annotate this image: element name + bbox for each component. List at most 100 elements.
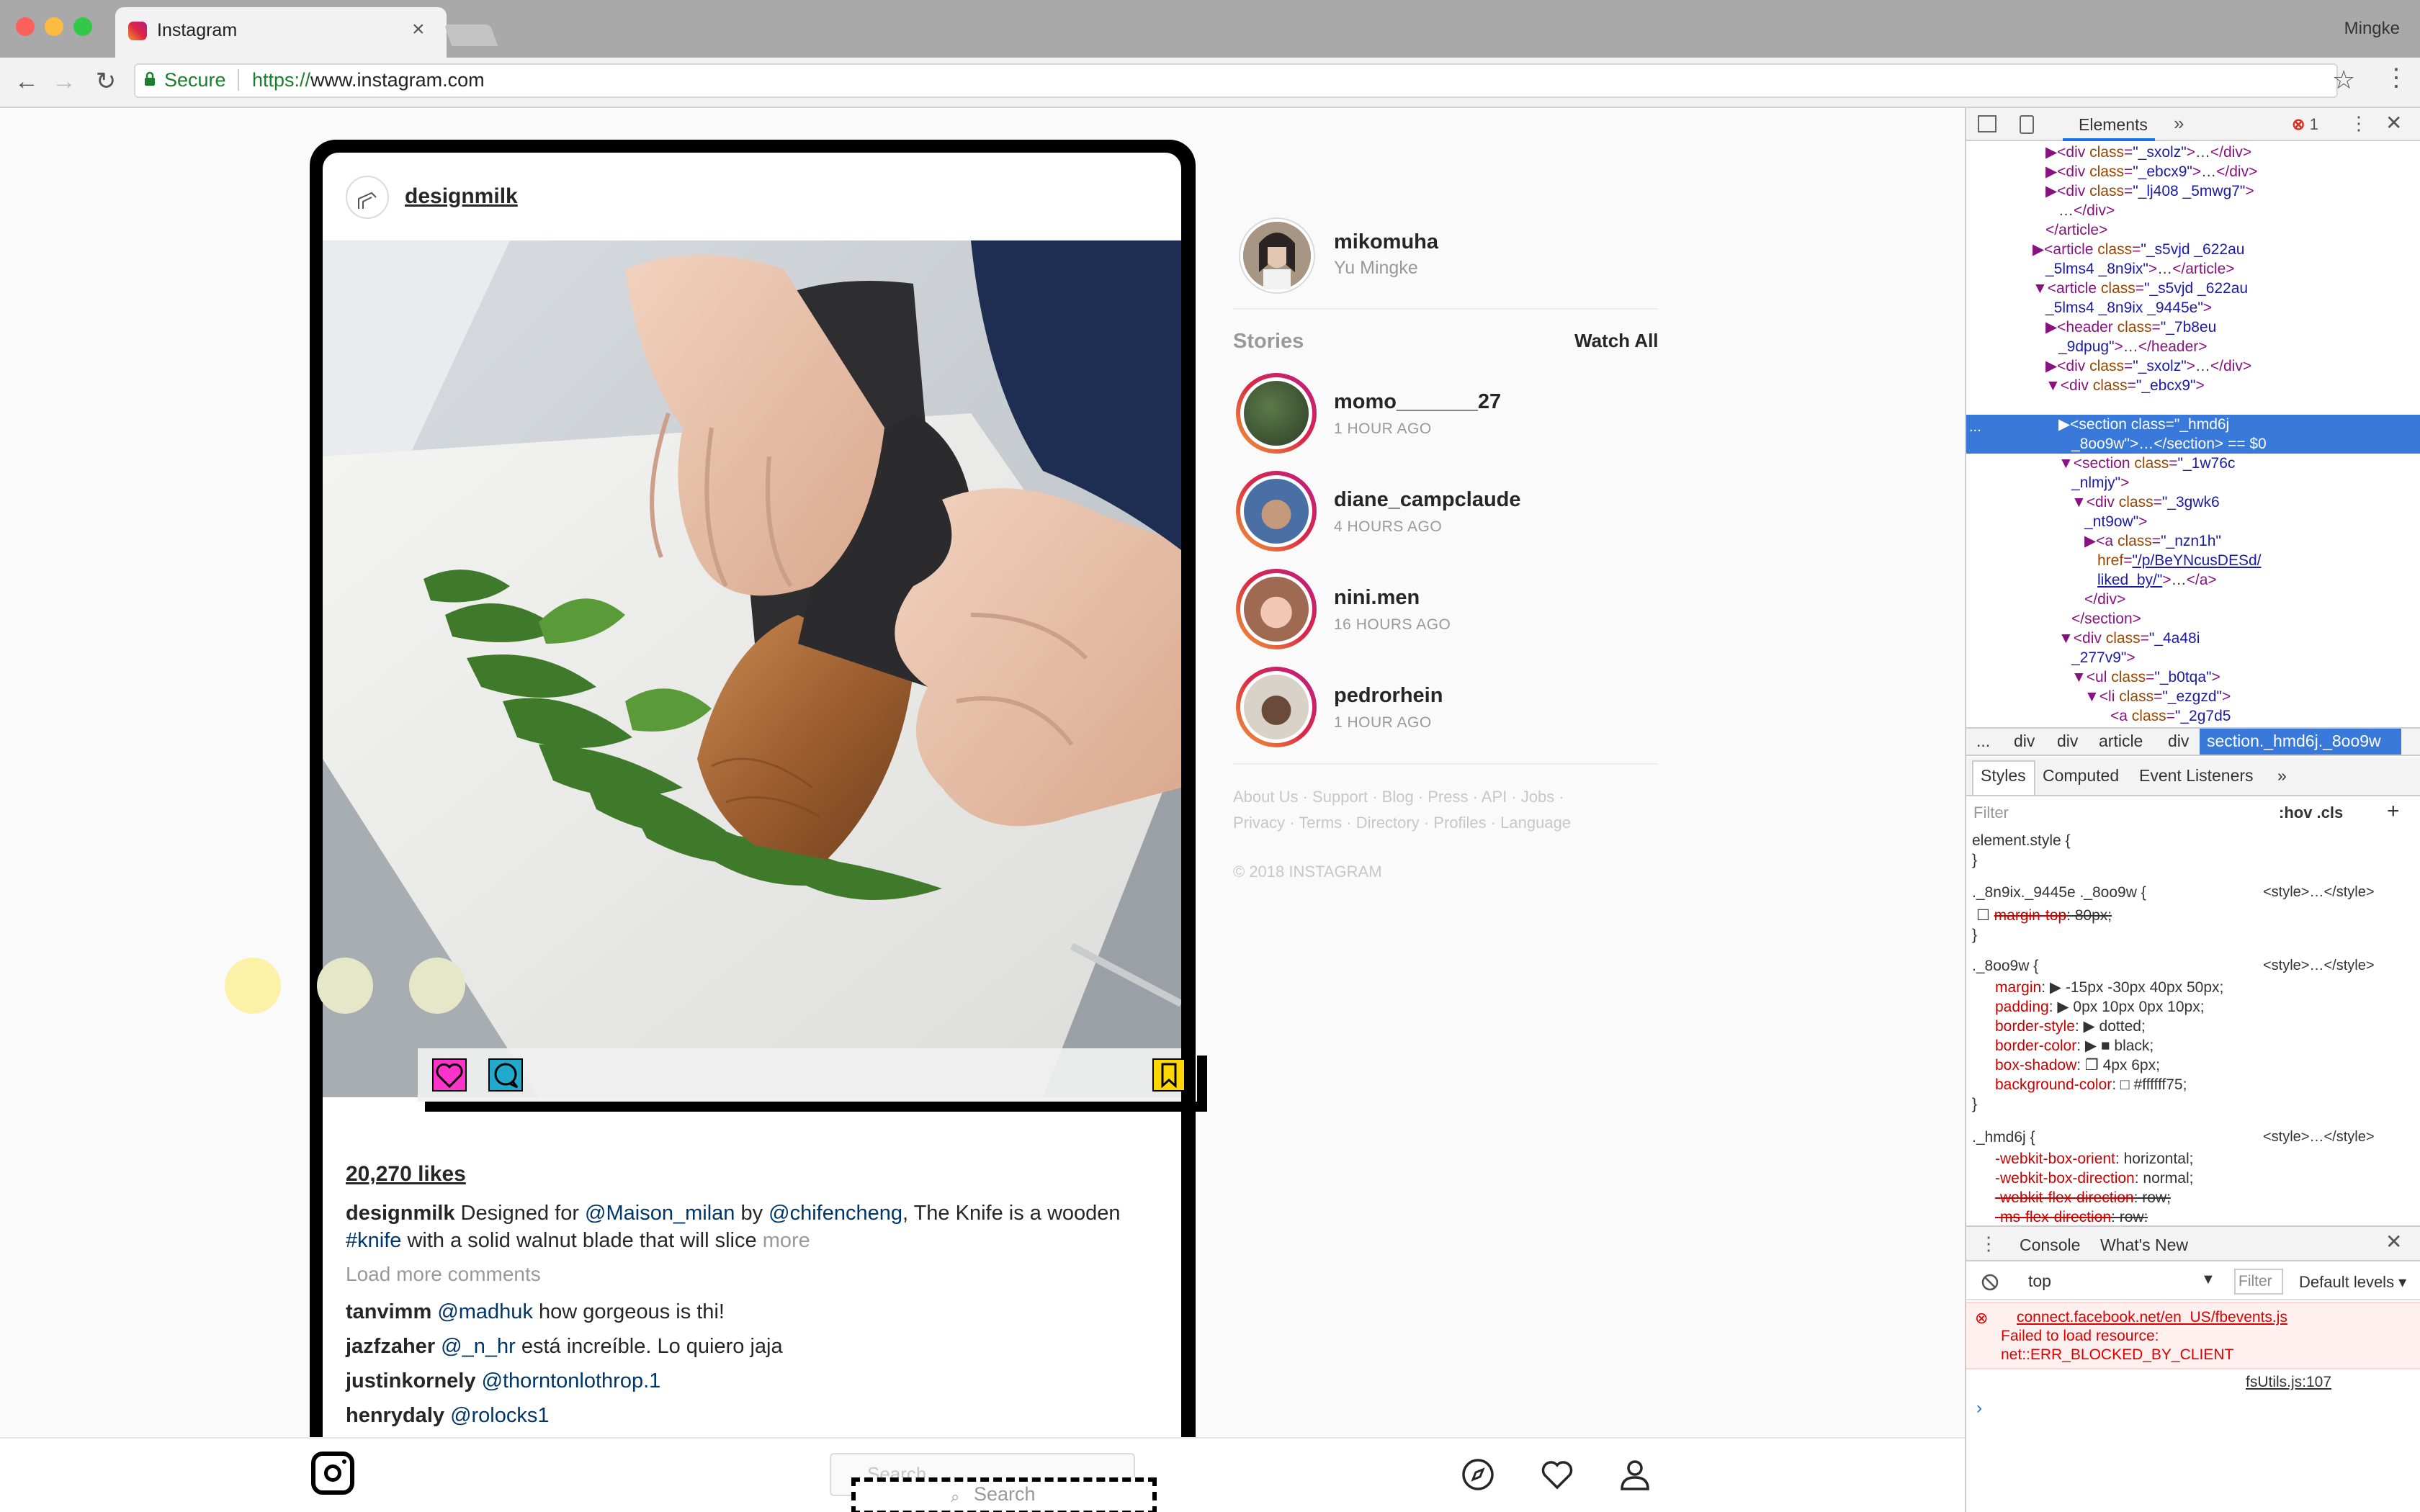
instagram-logo-icon[interactable] xyxy=(311,1452,354,1495)
load-more-comments-link[interactable]: Load more comments xyxy=(346,1263,541,1286)
devtools-menu-icon[interactable]: ⋮ xyxy=(2349,112,2368,135)
more-tabs-icon[interactable]: » xyxy=(2174,112,2184,135)
css-declaration[interactable]: box-shadow: ❐ 4px 6px; xyxy=(1995,1056,2160,1075)
error-url[interactable]: connect.facebook.net/en_US/fbevents.js xyxy=(2017,1309,2287,1326)
css-rule[interactable]: ._8n9ix._9445e ._8oo9w { xyxy=(1972,883,2146,902)
dropdown-triangle-icon[interactable]: ▼ xyxy=(2201,1272,2215,1288)
forward-arrow-icon[interactable]: → xyxy=(46,63,82,99)
dom-node[interactable]: <a class="_2g7d5 xyxy=(2110,706,2231,726)
explore-compass-icon[interactable] xyxy=(1459,1456,1497,1493)
caption-hashtag[interactable]: #knife xyxy=(346,1229,401,1252)
profile-person-icon[interactable] xyxy=(1616,1456,1654,1493)
browser-menu-icon[interactable]: ⋮ xyxy=(2384,63,2408,92)
comment-user[interactable]: justinkornely xyxy=(346,1369,476,1392)
css-declaration[interactable]: -webkit-box-orient: horizontal; xyxy=(1995,1149,2193,1169)
story-username[interactable]: momo_______27 xyxy=(1334,390,1501,414)
footer-links[interactable]: About Us · Support · Blog · Press · API … xyxy=(1233,788,1564,806)
dom-node[interactable]: ▼<div class="_3gwk6 xyxy=(2071,492,2220,512)
css-source-link[interactable]: <style>…</style> xyxy=(2263,958,2375,974)
clear-console-icon[interactable] xyxy=(1981,1273,1999,1292)
story-avatar[interactable] xyxy=(1240,573,1312,645)
breadcrumb-item[interactable]: div xyxy=(2168,732,2189,751)
activity-heart-icon[interactable] xyxy=(1538,1456,1576,1493)
dom-node[interactable]: ▶<div class="_ebcx9">…</div> xyxy=(2045,162,2257,181)
dom-node[interactable]: ▼<div class="_ebcx9"> xyxy=(2045,376,2205,395)
tab-whats-new[interactable]: What's New xyxy=(2100,1236,2188,1255)
caption-mention[interactable]: @Maison_milan xyxy=(585,1202,735,1225)
new-tab-button[interactable] xyxy=(444,24,498,46)
breadcrumb-item[interactable]: article xyxy=(2099,732,2143,751)
bookmark-save-icon[interactable] xyxy=(1152,1058,1186,1092)
css-source-link[interactable]: <style>…</style> xyxy=(2263,884,2375,901)
comment-user[interactable]: tanvimm xyxy=(346,1300,431,1323)
styles-filter-input[interactable]: Filter xyxy=(1973,804,2009,822)
comment-mention[interactable]: @madhuk xyxy=(437,1300,533,1323)
console-filter-input[interactable]: Filter xyxy=(2234,1269,2283,1295)
likes-count[interactable]: 20,270 likes xyxy=(346,1162,466,1187)
comment-mention[interactable]: @_n_hr xyxy=(441,1335,516,1358)
css-declaration[interactable]: margin: ▶ -15px -30px 40px 50px; xyxy=(1995,978,2223,997)
css-declaration[interactable]: -webkit-flex-direction: row; xyxy=(1995,1188,2171,1207)
current-user-avatar[interactable] xyxy=(1240,219,1314,292)
comment-bubble-icon[interactable] xyxy=(488,1058,523,1092)
breadcrumb-item[interactable]: div xyxy=(2057,732,2078,751)
caption-more-link[interactable]: more xyxy=(763,1229,810,1252)
css-declaration[interactable]: border-style: ▶ dotted; xyxy=(1995,1017,2146,1036)
bookmark-star-icon[interactable]: ☆ xyxy=(2332,65,2355,95)
dom-node[interactable]: ▼<section class="_1w76c xyxy=(2058,454,2235,473)
tab-close-icon[interactable]: × xyxy=(412,17,425,42)
css-declaration[interactable]: ☐ margin-top: 80px; xyxy=(1976,906,2112,925)
css-declaration[interactable]: padding: ▶ 0px 10px 0px 10px; xyxy=(1995,997,2205,1017)
story-avatar[interactable] xyxy=(1240,377,1312,449)
close-window-button[interactable] xyxy=(16,17,35,36)
dom-node[interactable]: ▼<li class="_ezgzd"> xyxy=(2084,687,2231,706)
caption-author[interactable]: designmilk xyxy=(346,1202,455,1225)
comment-user[interactable]: jazfzaher xyxy=(346,1335,435,1358)
tab-computed[interactable]: Computed xyxy=(2043,766,2119,786)
hov-cls-toggles[interactable]: :hov .cls xyxy=(2279,804,2343,822)
dom-node[interactable]: ▶<article class="_s5vjd _622au xyxy=(2033,240,2244,259)
css-declaration[interactable]: -webkit-box-direction: normal; xyxy=(1995,1169,2193,1188)
device-toggle-icon[interactable] xyxy=(2020,115,2034,134)
drawer-close-icon[interactable]: ✕ xyxy=(2385,1230,2402,1254)
css-declaration[interactable]: background-color: □ #ffffff75; xyxy=(1995,1075,2187,1094)
comment-mention[interactable]: @rolocks1 xyxy=(450,1404,549,1427)
url-text[interactable]: https://www.instagram.com xyxy=(252,69,485,91)
story-avatar[interactable] xyxy=(1240,671,1312,743)
browser-profile-name[interactable]: Mingke xyxy=(2344,19,2400,39)
error-source-link[interactable]: fsUtils.js:107 xyxy=(2246,1374,2331,1391)
dom-node[interactable]: liked_by/">…</a> xyxy=(2097,570,2217,590)
console-prompt[interactable]: › xyxy=(1976,1398,1982,1418)
execution-context-select[interactable]: top xyxy=(2028,1272,2051,1291)
breadcrumb-item[interactable]: div xyxy=(2014,732,2035,751)
more-panes-icon[interactable]: » xyxy=(2277,766,2287,786)
tab-elements[interactable]: Elements xyxy=(2079,115,2148,135)
dom-node[interactable]: ▼<ul class="_b0tqa"> xyxy=(2071,667,2220,687)
css-rule[interactable]: ._hmd6j { xyxy=(1972,1128,2035,1147)
tab-styles[interactable]: Styles xyxy=(1981,766,2026,786)
devtools-close-icon[interactable]: ✕ xyxy=(2385,111,2402,135)
post-author-avatar[interactable] xyxy=(346,176,389,219)
back-arrow-icon[interactable]: ← xyxy=(9,63,45,99)
caption-mention[interactable]: @chifencheng xyxy=(768,1202,902,1225)
watch-all-link[interactable]: Watch All xyxy=(1574,330,1659,352)
dom-node[interactable]: ▶<div class="_lj408 _5mwg7"> xyxy=(2045,181,2254,201)
dom-node[interactable]: href="/p/BeYNcusDESd/ xyxy=(2097,551,2262,570)
css-declaration[interactable]: border-color: ▶ ■ black; xyxy=(1995,1036,2154,1056)
story-username[interactable]: nini.men xyxy=(1334,586,1420,610)
comment-mention[interactable]: @thorntonlothrop.1 xyxy=(482,1369,661,1392)
story-avatar[interactable] xyxy=(1240,475,1312,547)
dom-node[interactable]: ▼<div class="_4a48i xyxy=(2058,629,2200,648)
dom-node[interactable]: ▶<header class="_7b8eu xyxy=(2045,318,2216,337)
reload-icon[interactable]: ↻ xyxy=(88,63,124,99)
footer-links[interactable]: Privacy · Terms · Directory · Profiles ·… xyxy=(1233,814,1571,832)
dom-node-selected[interactable]: ▶<section class="_hmd6j xyxy=(2058,415,2229,434)
post-author-username[interactable]: designmilk xyxy=(405,184,518,209)
tab-console[interactable]: Console xyxy=(2020,1236,2080,1255)
breadcrumb-active[interactable]: section._hmd6j._8oo9w xyxy=(2200,729,2401,755)
new-style-rule-icon[interactable]: + xyxy=(2387,799,2400,824)
comment-user[interactable]: henrydaly xyxy=(346,1404,444,1427)
minimize-window-button[interactable] xyxy=(45,17,63,36)
current-username[interactable]: mikomuha xyxy=(1334,230,1438,254)
inspect-element-icon[interactable] xyxy=(1978,115,1996,132)
